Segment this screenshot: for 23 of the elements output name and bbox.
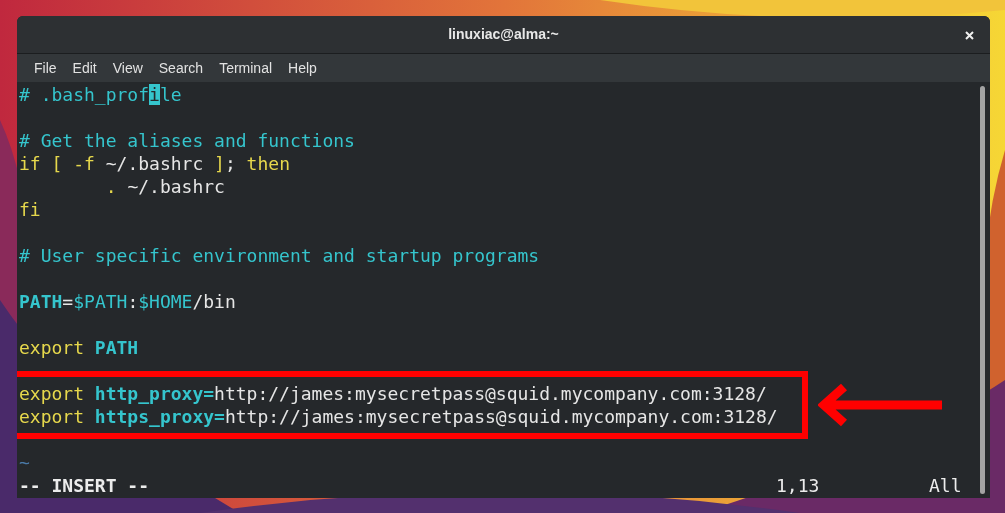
empty-line-marker: ~ [19,451,30,474]
menu-item[interactable]: Terminal [211,57,281,79]
mode-indicator: -- INSERT -- [19,474,151,497]
close-icon[interactable] [965,31,974,40]
code-line: # .bash_profile [19,83,182,106]
scrollbar-thumb[interactable] [980,86,985,494]
code-line: export https_proxy=http://james:mysecretpass@squid.mycompany.com:3128/ [19,405,778,428]
code-line: PATH=$PATH:$HOME/bin [19,290,236,313]
scroll-position: All [929,474,963,497]
code-line: # Get the aliases and functions [19,129,355,152]
code-line: export PATH [19,336,139,359]
code-line: fi [19,198,41,221]
menu-item[interactable]: Help [280,57,325,79]
code-line: if [ -f ~/.bashrc ]; then [19,152,290,175]
menu-item[interactable]: View [104,57,151,79]
menu-item[interactable]: Edit [64,57,105,79]
cursor-position: 1,13 [776,474,821,497]
code-line: . ~/.bashrc [104,175,225,198]
window-title: linuxiac@alma:~ [448,25,559,44]
code-line: export http_proxy=http://james:mysecretpass@squid.mycompany.com:3128/ [19,382,767,405]
menu-item[interactable]: File [26,57,65,79]
code-line: # User specific environment and startup programs [19,244,540,267]
menu-item[interactable]: Search [150,57,212,79]
